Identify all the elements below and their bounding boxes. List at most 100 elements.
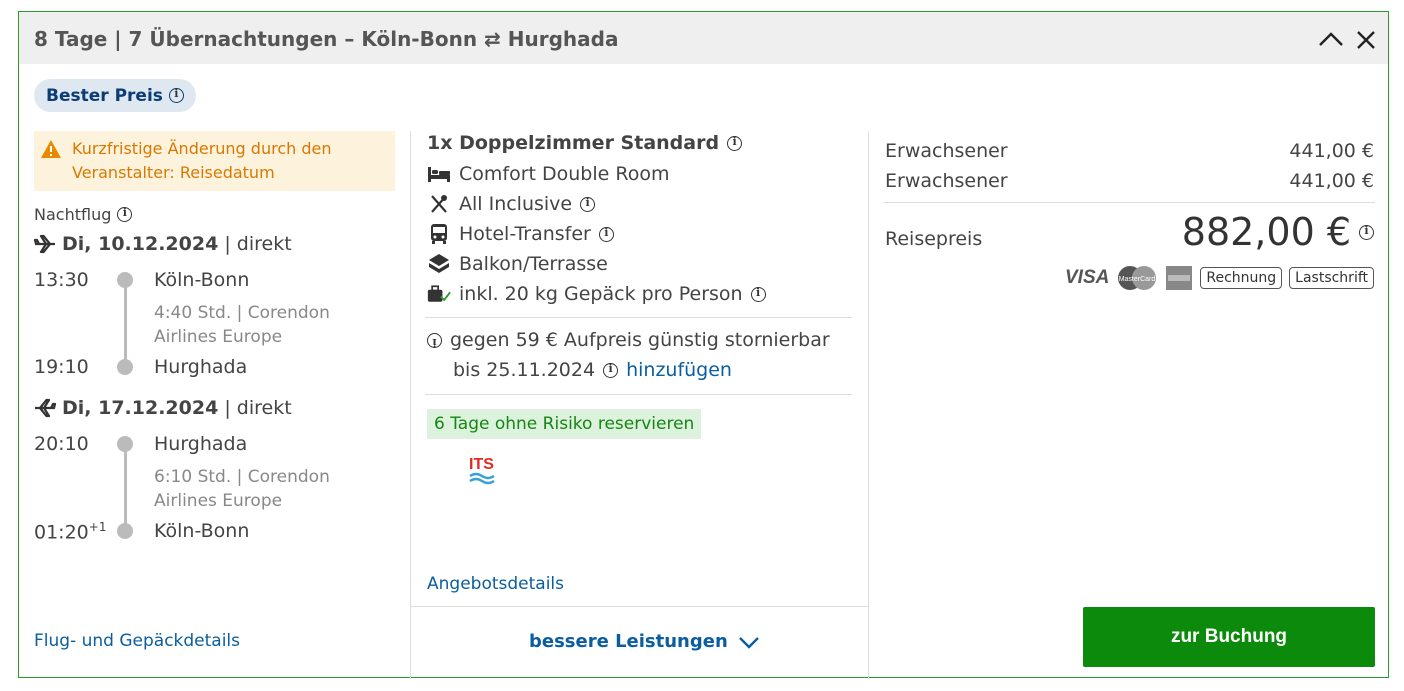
amex-icon [1166,266,1193,290]
info-icon[interactable] [750,286,766,302]
info-icon[interactable] [168,87,184,103]
total-label: Reisepreis [885,228,983,250]
outbound-duration: 4:40 Std. | Corendon [154,303,330,323]
return-arr-time: 01:20 [34,521,89,544]
flight-details-link[interactable]: Flug- und Gepäckdetails [34,631,240,651]
cancellation-row: gegen 59 € Aufpreis günstig stornierbar [427,329,830,351]
return-type: | direkt [224,397,292,419]
info-icon[interactable] [1359,224,1374,240]
visa-logo: VISA [1065,267,1110,288]
best-price-label: Bester Preis [46,85,163,106]
column-divider [410,131,411,679]
outbound-dep-time: 13:30 [34,269,89,291]
operator-logo-text: ITS [469,456,494,473]
timeline-dot [117,436,133,452]
plane-return-icon [35,398,56,418]
exclamation-icon [427,332,442,348]
feature-transfer: Hotel-Transfer [427,223,614,245]
column-divider [868,131,869,679]
total-price: 882,00 € [1182,210,1374,254]
offer-header: 8 Tage | 7 Übernachtungen – Köln-Bonn ⇄ … [19,12,1388,64]
price-row-value: 441,00 € [1289,170,1374,192]
outbound-dep-place: Köln-Bonn [154,269,250,291]
operator-logo: ITS [467,456,497,490]
return-duration: 6:10 Std. | Corendon [154,467,330,487]
change-warning: Kurzfristige Änderung durch den Veransta… [34,131,395,191]
feature-label: Balkon/Terrasse [459,253,608,275]
return-rail [124,444,127,530]
outbound-header: Di, 10.12.2024 | direkt [34,233,292,255]
close-icon [1357,31,1375,49]
offer-details-link[interactable]: Angebotsdetails [427,574,564,594]
info-icon[interactable] [727,135,743,151]
divider [425,394,852,395]
outbound-airline: Airlines Europe [154,327,283,347]
info-icon[interactable] [603,362,619,378]
info-icon[interactable] [598,226,614,242]
timeline-dot [117,359,133,375]
return-airline: Airlines Europe [154,491,283,511]
return-arr-time-wrap: 01:20+1 [34,520,106,543]
outbound-date: Di, 10.12.2024 [62,233,219,255]
better-services-toggle[interactable]: bessere Leistungen [529,631,760,652]
offer-card: 8 Tage | 7 Übernachtungen – Köln-Bonn ⇄ … [18,11,1389,679]
bus-icon [431,224,447,244]
cancel-line1: gegen 59 € Aufpreis günstig stornierbar [450,329,830,351]
balcony-icon [429,254,449,273]
price-row-label: Erwachsener [885,140,1008,162]
chevron-up-icon [1319,32,1343,46]
plane-departure-icon [34,234,55,254]
return-header: Di, 17.12.2024 | direkt [34,397,292,419]
mastercard-icon: MasterCard [1118,266,1157,290]
cancel-line2: bis 25.11.2024 [453,359,596,381]
chevron-down-icon [738,636,759,649]
reserve-tag: 6 Tage ohne Risiko reservieren [427,409,702,439]
warning-text: Kurzfristige Änderung durch den Veransta… [72,139,332,182]
total-value: 882,00 € [1181,210,1351,254]
return-arr-place: Köln-Bonn [154,520,250,542]
feature-room: Comfort Double Room [427,163,669,185]
feature-label: Hotel-Transfer [459,223,591,245]
svg-text:MasterCard: MasterCard [1119,276,1156,283]
outbound-arr-time: 19:10 [34,356,89,378]
divider [411,606,868,607]
feature-balcony: Balkon/Terrasse [427,253,608,275]
feature-board: All Inclusive [427,193,596,215]
outbound-rail [124,280,127,366]
timeline-dot [117,272,133,288]
book-button[interactable]: zur Buchung [1083,607,1375,667]
night-flight-label: Nachtflug [34,205,112,224]
info-icon[interactable] [580,196,596,212]
close-button[interactable] [1354,28,1380,52]
return-arr-plus: +1 [88,520,107,534]
feature-label: All Inclusive [459,193,573,215]
offer-title: 8 Tage | 7 Übernachtungen – Köln-Bonn ⇄ … [34,27,619,51]
cancellation-row-2: bis 25.11.2024 hinzufügen [453,359,732,381]
info-icon[interactable] [117,206,133,222]
room-title: 1x Doppelzimmer Standard [427,132,720,154]
bed-icon [428,167,450,182]
return-dep-time: 20:10 [34,433,89,455]
timeline-dot [117,523,133,539]
cutlery-icon [431,195,447,213]
luggage-icon [427,285,451,302]
cancel-add-link[interactable]: hinzufügen [626,359,732,381]
outbound-arr-place: Hurghada [154,356,248,378]
night-flight: Nachtflug [34,205,133,224]
return-dep-place: Hurghada [154,433,248,455]
divider [425,317,852,318]
invoice-badge: Rechnung [1200,267,1283,289]
return-date: Di, 17.12.2024 [62,397,219,419]
best-price-badge[interactable]: Bester Preis [34,79,196,112]
feature-luggage: inkl. 20 kg Gepäck pro Person [427,283,766,305]
feature-label: inkl. 20 kg Gepäck pro Person [459,283,743,305]
direct-debit-badge: Lastschrift [1289,267,1374,289]
outbound-type: | direkt [224,233,292,255]
divider [883,202,1375,203]
room-title-row: 1x Doppelzimmer Standard [427,132,743,154]
payment-methods: VISA MasterCard Rechnung Lastschrift [1065,265,1374,291]
collapse-button[interactable] [1318,28,1344,52]
feature-label: Comfort Double Room [459,163,670,185]
warning-icon [41,140,61,158]
price-row-value: 441,00 € [1289,140,1374,162]
